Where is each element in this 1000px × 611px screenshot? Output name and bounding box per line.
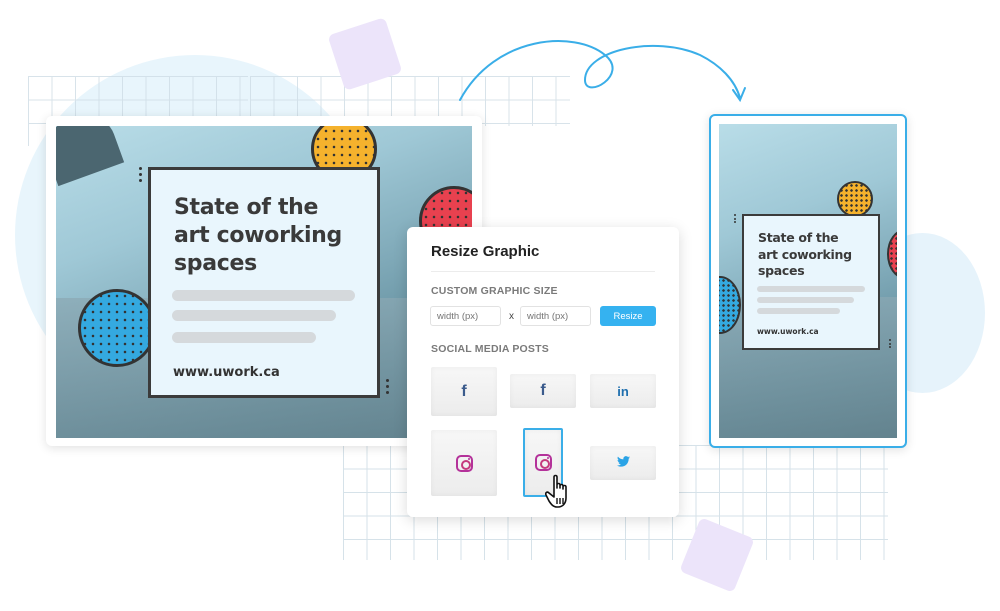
handle-dots-icon: [734, 214, 738, 223]
instagram-square-tile[interactable]: [431, 430, 497, 496]
social-media-label: SOCIAL MEDIA POSTS: [431, 343, 549, 355]
placeholder-line: [757, 308, 840, 314]
handle-dots-icon: [386, 379, 390, 394]
blue-dot-circle: [78, 289, 156, 367]
divider: [431, 271, 655, 272]
handle-dots-icon: [139, 167, 143, 182]
headline-line: spaces: [758, 263, 805, 278]
headline-line: spaces: [174, 251, 257, 276]
instagram-icon: [455, 454, 473, 472]
linkedin-icon: in: [617, 383, 629, 399]
facebook-icon: f: [461, 382, 467, 400]
placeholder-line: [757, 297, 854, 303]
custom-size-label: CUSTOM GRAPHIC SIZE: [431, 285, 558, 297]
facebook-icon: f: [540, 382, 546, 399]
placeholder-line: [172, 332, 316, 343]
resize-button[interactable]: Resize: [600, 306, 656, 326]
panel-title: Resize Graphic: [431, 243, 540, 260]
yellow-dot-circle: [837, 181, 873, 217]
resized-graphic-card[interactable]: State of the art coworking spaces www.uw…: [709, 114, 907, 448]
coworking-photo: State of the art coworking spaces www.uw…: [719, 124, 897, 438]
twitter-tile[interactable]: [590, 446, 656, 480]
headline-box[interactable]: State of the art coworking spaces www.uw…: [742, 214, 880, 350]
website-url: www.uwork.ca: [757, 327, 819, 336]
headline-box[interactable]: State of the art coworking spaces www.uw…: [148, 167, 380, 398]
headline-line: State of the: [758, 230, 839, 245]
website-url: www.uwork.ca: [173, 365, 280, 380]
placeholder-line: [172, 290, 355, 301]
twitter-icon: [616, 456, 630, 470]
dimension-separator: x: [509, 311, 514, 322]
facebook-landscape-tile[interactable]: f: [510, 374, 576, 408]
height-input[interactable]: [520, 306, 591, 326]
width-input[interactable]: [430, 306, 501, 326]
resize-graphic-panel: Resize Graphic CUSTOM GRAPHIC SIZE x Res…: [407, 227, 679, 517]
curved-arrow-icon: [459, 40, 746, 103]
headline-line: State of the: [174, 195, 319, 220]
hand-cursor-icon: [545, 474, 567, 508]
placeholder-line: [757, 286, 865, 292]
headline-line: art coworking: [758, 246, 852, 262]
red-dot-circle: [887, 229, 897, 279]
placeholder-line: [172, 310, 336, 321]
facebook-square-tile[interactable]: f: [431, 367, 497, 416]
headline-line: art coworking: [174, 223, 342, 248]
instagram-icon: [534, 454, 552, 471]
handle-dots-icon: [889, 339, 893, 348]
linkedin-tile[interactable]: in: [590, 374, 656, 408]
